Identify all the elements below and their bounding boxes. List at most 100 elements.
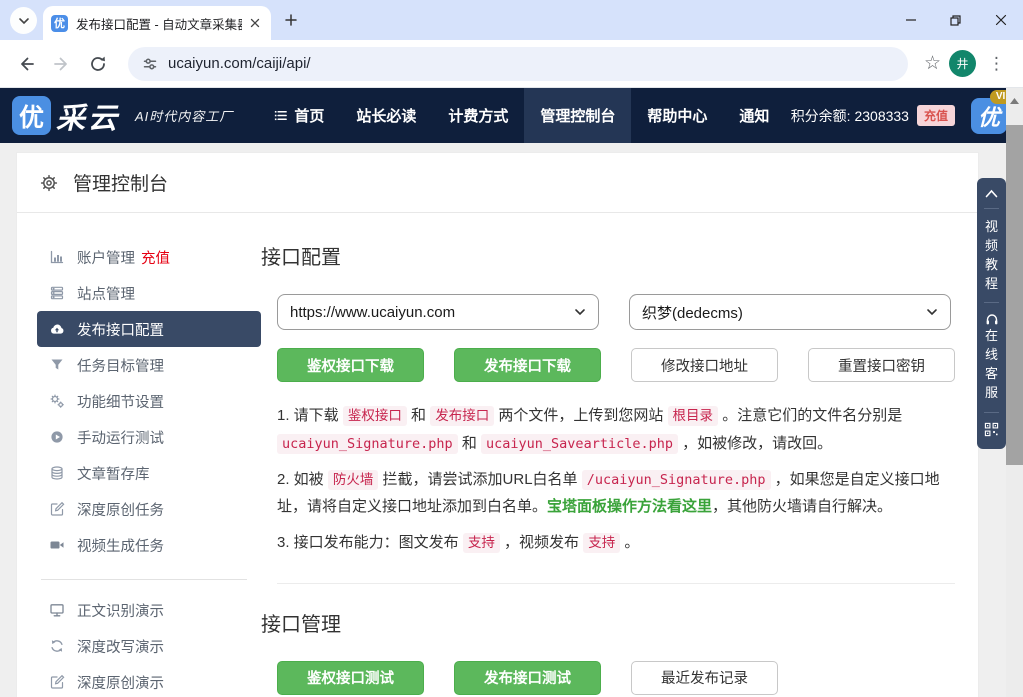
scroll-up-arrow-icon[interactable]	[1009, 92, 1020, 110]
headset-icon[interactable]	[984, 312, 1000, 327]
sidebar-item-original-task[interactable]: 深度原创任务	[37, 491, 261, 527]
note-code: /ucaiyun_Signature.php	[582, 470, 771, 490]
panel-header: 管理控制台	[17, 153, 978, 213]
sidebar-item-article-store[interactable]: 文章暂存库	[37, 455, 261, 491]
sidebar-item-publish-api[interactable]: 发布接口配置	[37, 311, 261, 347]
publish-test-button[interactable]: 发布接口测试	[454, 661, 601, 695]
minimize-button[interactable]	[888, 0, 933, 40]
nav-item-must-read[interactable]: 站长必读	[340, 88, 432, 143]
play-circle-icon	[49, 429, 65, 445]
scrollbar[interactable]	[1006, 88, 1023, 697]
nav-item-billing[interactable]: 计费方式	[432, 88, 524, 143]
bookmark-star-icon[interactable]: ☆	[924, 52, 941, 75]
note-text: 3. 接口发布能力：图文发布	[277, 534, 463, 551]
auth-download-button[interactable]: 鉴权接口下载	[277, 348, 424, 382]
note-text: 1. 请下载	[277, 407, 343, 424]
gears-icon	[49, 393, 65, 409]
cms-select[interactable]: 织梦(dedecms)	[629, 294, 951, 330]
nav-item-notice[interactable]: 通知	[723, 88, 785, 143]
panel-body: 账户管理 充值 站点管理 发布接口配置 任	[17, 213, 978, 697]
logo-tagline: AI时代内容工厂	[135, 106, 233, 125]
browser-profile-avatar[interactable]: 井	[949, 50, 976, 77]
nav-item-console[interactable]: 管理控制台	[524, 88, 631, 143]
browser-menu-icon[interactable]: ⋮	[988, 54, 1005, 74]
site-settings-icon[interactable]	[142, 56, 158, 72]
note-text: 。注意它们的文件名分别是	[718, 407, 902, 424]
restore-button[interactable]	[933, 0, 978, 40]
new-tab-button[interactable]	[278, 7, 304, 33]
note-code: 发布接口	[430, 406, 494, 426]
sidebar-item-video-task[interactable]: 视频生成任务	[37, 527, 261, 563]
sidebar-item-label: 站点管理	[77, 283, 135, 304]
auth-test-button[interactable]: 鉴权接口测试	[277, 661, 424, 695]
cms-select-value: 织梦(dedecms)	[642, 302, 743, 323]
note-text: 2. 如被	[277, 471, 328, 488]
recent-records-button[interactable]: 最近发布记录	[631, 661, 778, 695]
sidebar-item-label: 深度原创任务	[77, 499, 164, 520]
video-tutorial-link[interactable]: 视频教程	[984, 218, 999, 293]
sidebar-item-content-demo[interactable]: 正文识别演示	[37, 592, 261, 628]
note-3: 3. 接口发布能力：图文发布 支持 ，视频发布 支持 。	[277, 529, 953, 557]
cloud-upload-icon	[49, 321, 65, 337]
note-1: 1. 请下载 鉴权接口 和 发布接口 两个文件，上传到您网站 根目录 。注意它们…	[277, 402, 953, 458]
url-bar[interactable]: ucaiyun.com/caiji/api/	[128, 47, 908, 81]
scrollbar-thumb[interactable]	[1006, 125, 1023, 465]
sidebar-item-label: 正文识别演示	[77, 600, 164, 621]
list-icon	[273, 108, 288, 123]
nav-item-label: 站长必读	[356, 105, 416, 126]
sidebar: 账户管理 充值 站点管理 发布接口配置 任	[37, 239, 261, 697]
sidebar-divider	[41, 579, 247, 580]
chevron-down-icon	[926, 306, 938, 318]
site-select[interactable]: https://www.ucaiyun.com	[277, 294, 599, 330]
qr-code-icon[interactable]	[984, 422, 999, 437]
sidebar-item-feature-settings[interactable]: 功能细节设置	[37, 383, 261, 419]
recharge-button[interactable]: 充值	[917, 105, 955, 126]
modify-address-button[interactable]: 修改接口地址	[631, 348, 778, 382]
browser-tab[interactable]: 优 发布接口配置 - 自动文章采集器	[43, 6, 271, 40]
close-button[interactable]	[978, 0, 1023, 40]
url-text[interactable]: ucaiyun.com/caiji/api/	[168, 55, 311, 72]
user-avatar[interactable]: 优 VIP	[971, 98, 1007, 134]
reset-key-button[interactable]: 重置接口密钥	[808, 348, 955, 382]
config-section-title: 接口配置	[261, 241, 955, 270]
sidebar-item-account[interactable]: 账户管理 充值	[37, 239, 261, 275]
note-text: ，视频发布	[500, 534, 583, 551]
nav-item-label: 通知	[739, 105, 769, 126]
sidebar-item-label: 任务目标管理	[77, 355, 164, 376]
section-divider	[277, 583, 955, 584]
tab-close-icon[interactable]	[246, 15, 263, 32]
reload-icon[interactable]	[84, 50, 112, 78]
toolbar-divider	[984, 412, 999, 413]
baota-guide-link[interactable]: 宝塔面板操作方法看这里	[547, 498, 712, 515]
sidebar-item-label: 功能细节设置	[77, 391, 164, 412]
publish-download-button[interactable]: 发布接口下载	[454, 348, 601, 382]
note-text: 和	[458, 435, 481, 452]
server-stack-icon	[49, 285, 65, 301]
site-navbar: 优 采云 AI时代内容工厂 首页 站长必读 计费方式 管理控制台 帮助中心 通知…	[0, 88, 1023, 143]
back-icon[interactable]	[12, 50, 40, 78]
nav-right: 积分余额: 2308333 充值 优 VIP	[791, 98, 1009, 134]
recharge-link[interactable]: 充值	[141, 247, 170, 268]
note-code: ucaiyun_Signature.php	[277, 434, 458, 454]
sidebar-item-task-targets[interactable]: 任务目标管理	[37, 347, 261, 383]
note-code: 根目录	[668, 406, 719, 426]
online-service-link[interactable]: 在线客服	[984, 327, 999, 402]
sidebar-item-sites[interactable]: 站点管理	[37, 275, 261, 311]
sidebar-item-manual-test[interactable]: 手动运行测试	[37, 419, 261, 455]
tab-search-chevron-icon[interactable]	[10, 7, 37, 34]
sidebar-item-rewrite-demo[interactable]: 深度改写演示	[37, 628, 261, 664]
page-background: 管理控制台 账户管理 充值 站点管理	[0, 143, 1006, 697]
video-camera-icon	[49, 537, 65, 553]
sidebar-item-original-demo[interactable]: 深度原创演示	[37, 664, 261, 697]
manage-section-title: 接口管理	[261, 608, 955, 637]
logo-text[interactable]: 采云	[56, 95, 120, 137]
scroll-top-chevron-icon[interactable]	[984, 188, 999, 199]
note-text: 拦截，请尝试添加URL白名单	[378, 471, 581, 488]
forward-icon[interactable]	[48, 50, 76, 78]
nav-item-help[interactable]: 帮助中心	[631, 88, 723, 143]
sidebar-item-label: 深度原创演示	[77, 672, 164, 693]
console-panel: 管理控制台 账户管理 充值 站点管理	[16, 152, 979, 697]
nav-item-label: 帮助中心	[647, 105, 707, 126]
logo-icon[interactable]: 优	[12, 96, 51, 135]
nav-item-home[interactable]: 首页	[257, 88, 340, 143]
